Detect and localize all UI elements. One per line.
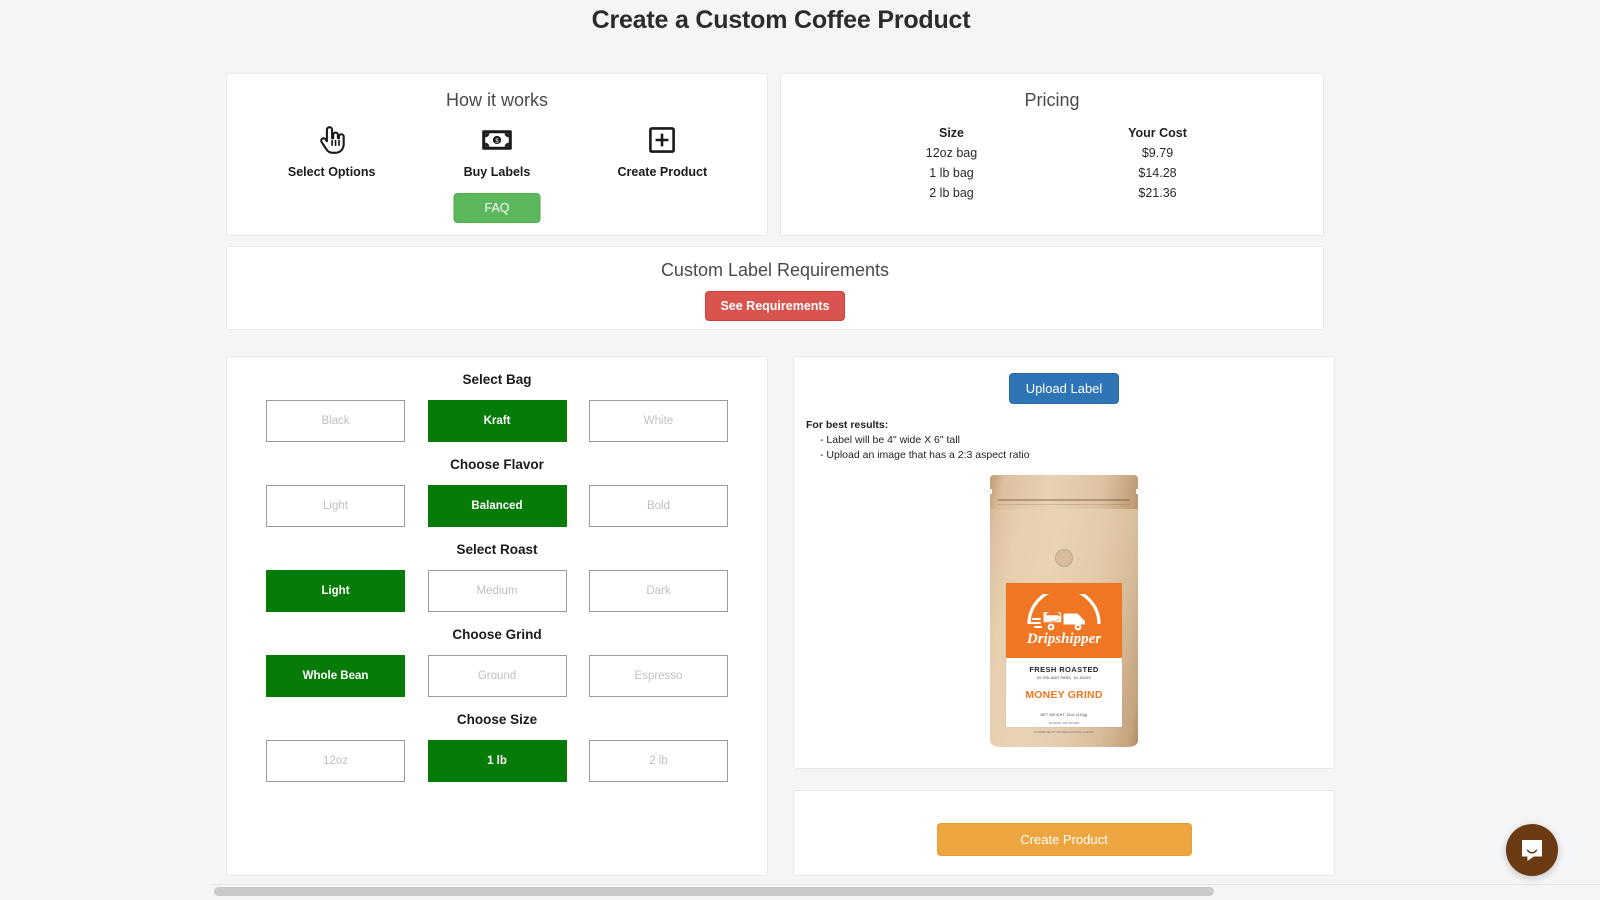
group-title-size: Choose Size — [456, 712, 538, 727]
how-it-works-steps: Select Options $ Buy Labels Create Produ… — [227, 125, 767, 179]
step-buy-labels: $ Buy Labels — [422, 125, 572, 179]
table-row: 12oz bag $9.79 — [781, 143, 1323, 163]
step-create-product: Create Product — [587, 125, 737, 179]
bag-fresh-roasted-text: FRESH ROASTED — [1029, 665, 1099, 674]
money-bill-icon: $ — [422, 125, 572, 155]
option-flavor-bold[interactable]: Bold — [589, 485, 728, 527]
bag-product-name-text: MONEY GRIND — [1025, 689, 1103, 701]
step-label: Buy Labels — [463, 165, 531, 179]
requirements-title: Custom Label Requirements — [660, 260, 890, 280]
option-flavor-light[interactable]: Light — [266, 485, 405, 527]
see-requirements-button[interactable]: See Requirements — [705, 291, 845, 321]
create-product-panel: Create Product — [793, 790, 1335, 876]
bag-net-weight-text: NET WEIGHT 12oz (340g) — [1040, 713, 1088, 717]
option-roast-dark[interactable]: Dark — [589, 570, 728, 612]
option-row-grind: Whole Bean Ground Espresso — [227, 655, 767, 697]
option-flavor-balanced[interactable]: Balanced — [427, 485, 567, 527]
step-label: Select Options — [287, 165, 376, 179]
bag-notch-right — [1136, 489, 1144, 494]
column-header-cost: Your Cost — [1128, 126, 1187, 140]
dripshipper-truck-logo-icon: Dripshipper — [1026, 593, 1101, 647]
step-label: Create Product — [617, 165, 708, 179]
upload-label-button[interactable]: Upload Label — [1008, 373, 1120, 404]
bag-label: Dripshipper FRESH ROASTED IN ORLAND PARK… — [1006, 583, 1122, 734]
label-preview-panel: Upload Label For best results: - Label w… — [793, 356, 1335, 769]
bag-seal-line — [998, 499, 1130, 501]
option-row-bag: Black Kraft White — [227, 400, 767, 442]
chat-bubble-icon — [1522, 840, 1542, 861]
group-title-bag: Select Bag — [462, 372, 532, 387]
option-bag-kraft[interactable]: Kraft — [427, 400, 567, 442]
option-roast-light[interactable]: Light — [266, 570, 405, 612]
cell-size: 2 lb bag — [929, 186, 974, 200]
product-options-panel: Select Bag Black Kraft White Choose Flav… — [226, 356, 768, 876]
how-it-works-card: How it works Select Options $ Buy Labels… — [226, 73, 768, 236]
bag-label-text-area: FRESH ROASTED IN ORLAND PARK, ILLINOIS M… — [1006, 658, 1122, 734]
bag-notch-left — [984, 489, 992, 494]
option-bag-white[interactable]: White — [589, 400, 728, 442]
cell-size: 1 lb bag — [929, 166, 974, 180]
table-row: 2 lb bag $21.36 — [781, 183, 1323, 203]
option-size-1lb[interactable]: 1 lb — [427, 740, 567, 782]
bag-fine-print-2: DISTRIBUTED BY COFFEE ROASTERS, ILLINOIS — [1034, 731, 1094, 735]
option-row-roast: Light Medium Dark — [227, 570, 767, 612]
page-title: Create a Custom Coffee Product — [591, 6, 971, 34]
option-grind-whole-bean[interactable]: Whole Bean — [266, 655, 405, 697]
bag-roasted-location-text: IN ORLAND PARK, ILLINOIS — [1036, 676, 1092, 680]
group-title-grind: Choose Grind — [452, 627, 542, 642]
option-row-size: 12oz 1 lb 2 lb — [227, 740, 767, 782]
pricing-title: Pricing — [1024, 90, 1080, 110]
svg-text:$: $ — [495, 137, 499, 145]
create-product-button[interactable]: Create Product — [936, 823, 1192, 856]
bag-seal-line-secondary — [998, 504, 1130, 505]
bag-fine-print-1: ROASTED, AND PACKED — [1048, 722, 1080, 725]
option-grind-espresso[interactable]: Espresso — [589, 655, 728, 697]
group-title-flavor: Choose Flavor — [450, 457, 544, 472]
faq-button[interactable]: FAQ — [453, 193, 541, 223]
tips-item: - Upload an image that has a 2:3 aspect … — [820, 449, 1030, 462]
plus-square-icon — [587, 125, 737, 155]
horizontal-scrollbar-thumb[interactable] — [214, 887, 1214, 896]
option-grind-ground[interactable]: Ground — [427, 655, 567, 697]
bag-degassing-valve — [1055, 549, 1073, 567]
cell-size: 12oz bag — [925, 146, 978, 160]
pricing-card: Pricing Size Your Cost 12oz bag $9.79 1 … — [780, 73, 1324, 236]
how-it-works-title: How it works — [445, 90, 548, 110]
app-root: Create a Custom Coffee Product How it wo… — [0, 0, 1600, 900]
pricing-table: Size Your Cost 12oz bag $9.79 1 lb bag $… — [781, 123, 1323, 203]
option-row-flavor: Light Balanced Bold — [227, 485, 767, 527]
coffee-bag-preview-image: Dripshipper FRESH ROASTED IN ORLAND PARK… — [984, 475, 1144, 747]
svg-text:Dripshipper: Dripshipper — [1026, 631, 1101, 647]
custom-label-requirements-card: Custom Label Requirements See Requiremen… — [226, 246, 1324, 330]
step-select-options: Select Options — [257, 125, 407, 179]
option-size-12oz[interactable]: 12oz — [266, 740, 405, 782]
option-roast-medium[interactable]: Medium — [427, 570, 567, 612]
column-header-size: Size — [938, 126, 964, 140]
option-bag-black[interactable]: Black — [266, 400, 405, 442]
cell-cost: $14.28 — [1138, 166, 1177, 180]
tips-heading: For best results: — [806, 419, 889, 431]
upload-tips: For best results: - Label will be 4" wid… — [806, 418, 1334, 464]
pointing-hand-icon — [257, 125, 407, 155]
group-title-roast: Select Roast — [456, 542, 538, 557]
table-header-row: Size Your Cost — [781, 123, 1323, 143]
chat-launcher-button[interactable] — [1506, 824, 1558, 876]
option-size-2lb[interactable]: 2 lb — [589, 740, 728, 782]
bag-label-logo-area: Dripshipper — [1006, 583, 1122, 658]
tips-item: - Label will be 4" wide X 6" tall — [820, 434, 960, 447]
table-row: 1 lb bag $14.28 — [781, 163, 1323, 183]
cell-cost: $9.79 — [1141, 146, 1174, 160]
cell-cost: $21.36 — [1138, 186, 1177, 200]
